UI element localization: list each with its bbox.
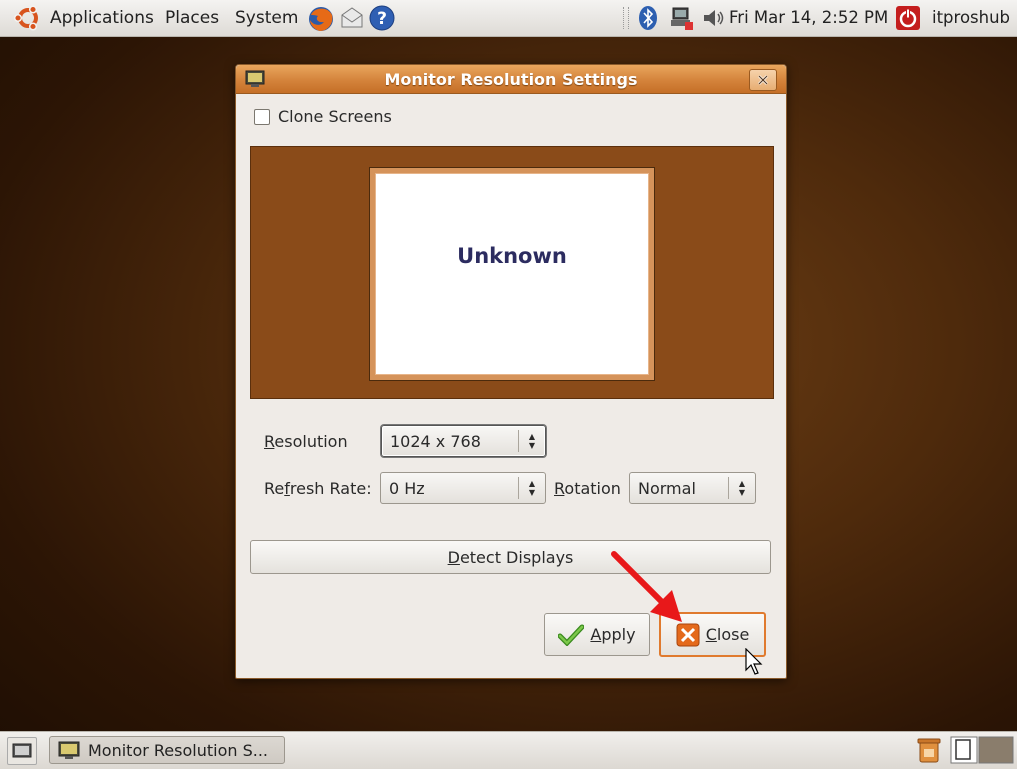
detect-displays-button[interactable]: Detect Displays bbox=[250, 540, 771, 574]
checkmark-icon bbox=[558, 624, 585, 646]
clone-screens-checkbox[interactable] bbox=[254, 108, 270, 125]
monitor-name-label: Unknown bbox=[457, 244, 567, 268]
monitor-preview[interactable]: Unknown bbox=[369, 167, 655, 381]
svg-text:?: ? bbox=[377, 9, 387, 29]
places-menu[interactable]: Places bbox=[165, 8, 219, 28]
username[interactable]: itproshub bbox=[932, 8, 1010, 27]
refresh-rate-label: Refresh Rate: bbox=[264, 479, 372, 498]
spin-arrows-icon: ▲ ▼ bbox=[728, 477, 755, 499]
show-desktop-button[interactable] bbox=[7, 737, 37, 765]
monitor-layout-area[interactable]: Unknown bbox=[250, 146, 774, 399]
firefox-icon[interactable] bbox=[306, 5, 336, 33]
taskbar-window-button[interactable]: Monitor Resolution S... bbox=[49, 736, 285, 764]
system-menu[interactable]: System bbox=[235, 8, 298, 28]
resolution-select[interactable]: 1024 x 768 ▲ ▼ bbox=[381, 425, 546, 457]
rotation-select[interactable]: Normal ▲ ▼ bbox=[629, 472, 756, 504]
bottom-panel: Monitor Resolution S... bbox=[0, 731, 1017, 769]
titlebar-close-button[interactable] bbox=[749, 69, 777, 91]
mouse-cursor-icon bbox=[745, 648, 763, 675]
workspace-switcher[interactable] bbox=[950, 736, 1014, 764]
clock[interactable]: Fri Mar 14, 2:52 PM bbox=[729, 8, 888, 27]
network-icon[interactable] bbox=[668, 5, 694, 31]
power-icon[interactable] bbox=[895, 5, 921, 31]
rotation-value: Normal bbox=[638, 478, 696, 498]
clone-screens-label[interactable]: Clone Screens bbox=[278, 107, 392, 126]
refresh-rate-value: 0 Hz bbox=[389, 478, 425, 498]
mail-icon[interactable] bbox=[338, 5, 366, 31]
dialog-title: Monitor Resolution Settings bbox=[384, 70, 638, 89]
ubuntu-logo-icon[interactable] bbox=[13, 4, 43, 32]
show-desktop-icon bbox=[12, 743, 32, 758]
spin-arrows-icon: ▲ ▼ bbox=[518, 477, 545, 499]
refresh-rate-select[interactable]: 0 Hz ▲ ▼ bbox=[380, 472, 546, 504]
panel-separator bbox=[623, 7, 629, 29]
trash-icon[interactable] bbox=[917, 737, 941, 763]
annotation-arrow-icon bbox=[611, 551, 682, 622]
clone-screens-row[interactable]: Clone Screens bbox=[254, 107, 392, 126]
dialog-titlebar[interactable]: Monitor Resolution Settings bbox=[236, 65, 786, 94]
spin-arrows-icon: ▲ ▼ bbox=[518, 430, 545, 452]
resolution-value: 1024 x 768 bbox=[390, 431, 481, 451]
monitor-screen: Unknown bbox=[375, 173, 649, 375]
close-icon bbox=[758, 75, 768, 85]
rotation-label: Rotation bbox=[554, 479, 621, 498]
top-panel: Applications Places System ? Fri Mar 14,… bbox=[0, 0, 1017, 37]
bluetooth-icon[interactable] bbox=[638, 5, 658, 31]
display-settings-icon bbox=[58, 741, 80, 759]
taskbar-window-label: Monitor Resolution S... bbox=[88, 740, 269, 760]
help-icon[interactable]: ? bbox=[369, 5, 395, 31]
applications-menu[interactable]: Applications bbox=[50, 8, 154, 28]
monitor-resolution-dialog: Monitor Resolution Settings Clone Screen… bbox=[235, 64, 787, 679]
volume-icon[interactable] bbox=[701, 5, 727, 31]
resolution-label: Resolution bbox=[264, 432, 348, 451]
